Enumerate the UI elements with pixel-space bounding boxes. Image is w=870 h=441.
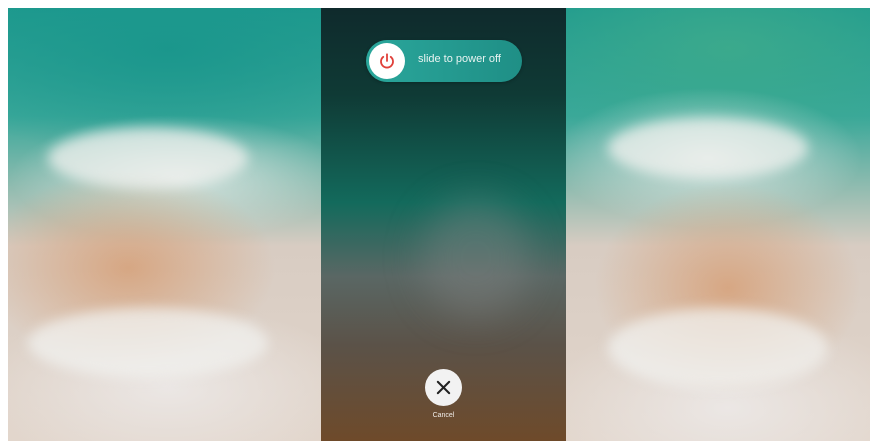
wallpaper: slide to power off Cancel: [8, 8, 870, 441]
slider-label: slide to power off: [418, 53, 501, 65]
close-icon: [436, 380, 451, 395]
power-icon: [380, 53, 394, 69]
wave-foam: [608, 118, 808, 178]
power-off-screen: slide to power off Cancel: [321, 8, 566, 441]
cancel-label: Cancel: [432, 412, 455, 419]
cancel-button[interactable]: [425, 369, 462, 406]
wave-foam: [28, 308, 268, 378]
power-off-slider[interactable]: slide to power off: [366, 40, 522, 82]
wave-foam: [48, 128, 248, 188]
background-blur: [421, 198, 531, 318]
power-slider-knob[interactable]: [369, 43, 405, 79]
wave-foam: [608, 308, 828, 388]
